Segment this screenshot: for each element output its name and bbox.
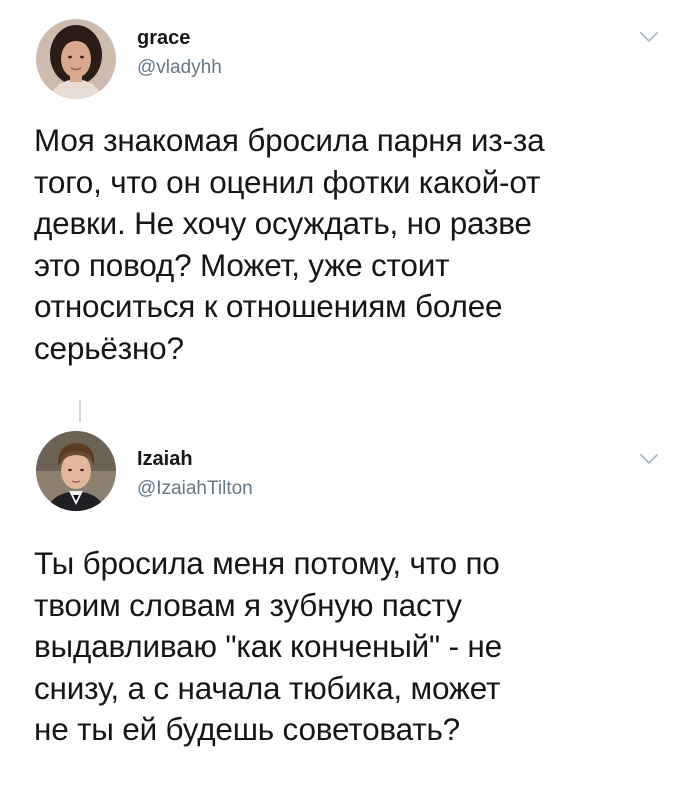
avatar-photo-icon — [36, 19, 116, 99]
user-handle[interactable]: @IzaiahTilton — [137, 478, 253, 500]
avatar-photo-icon — [36, 431, 116, 511]
avatar[interactable] — [36, 19, 116, 99]
tweet-text-line: Ты бросила меня потому, что по — [34, 545, 500, 581]
chevron-down-icon[interactable] — [638, 452, 660, 466]
display-name[interactable]: grace — [137, 27, 190, 50]
chevron-down-icon[interactable] — [638, 30, 660, 44]
tweet-text-line: Моя знакомая бросила парня из-за — [34, 122, 545, 158]
tweet-text: Моя знакомая бросила парня из-за того, ч… — [34, 120, 684, 369]
tweet-text-line: не ты ей будешь советовать? — [34, 711, 460, 747]
tweet-text-line: это повод? Может, уже стоит — [34, 246, 450, 283]
tweet-text-line: твоим словам я зубную пасту — [34, 586, 462, 623]
user-handle[interactable]: @vladyhh — [137, 57, 222, 79]
tweet-text-line: того, что он оценил фотки какой-от — [34, 163, 541, 200]
tweet-text-line: относиться к отношениям более — [34, 288, 503, 324]
tweet-text-line: снизу, а с начала тюбика, может — [34, 669, 501, 706]
avatar[interactable] — [36, 431, 116, 511]
tweet-text-line: девки. Не хочу осуждать, но разве — [34, 205, 532, 241]
tweet-text-line: выдавливаю "как конченый" - не — [34, 628, 502, 664]
tweet-text-line: серьёзно? — [34, 329, 184, 366]
tweet-original: grace @vladyhh Моя знакомая бросила парн… — [0, 0, 700, 410]
tweet-reply: Izaiah @IzaiahTilton Ты бросила меня пот… — [0, 410, 700, 812]
display-name[interactable]: Izaiah — [137, 448, 193, 471]
tweet-text: Ты бросила меня потому, что по твоим сло… — [34, 543, 684, 751]
